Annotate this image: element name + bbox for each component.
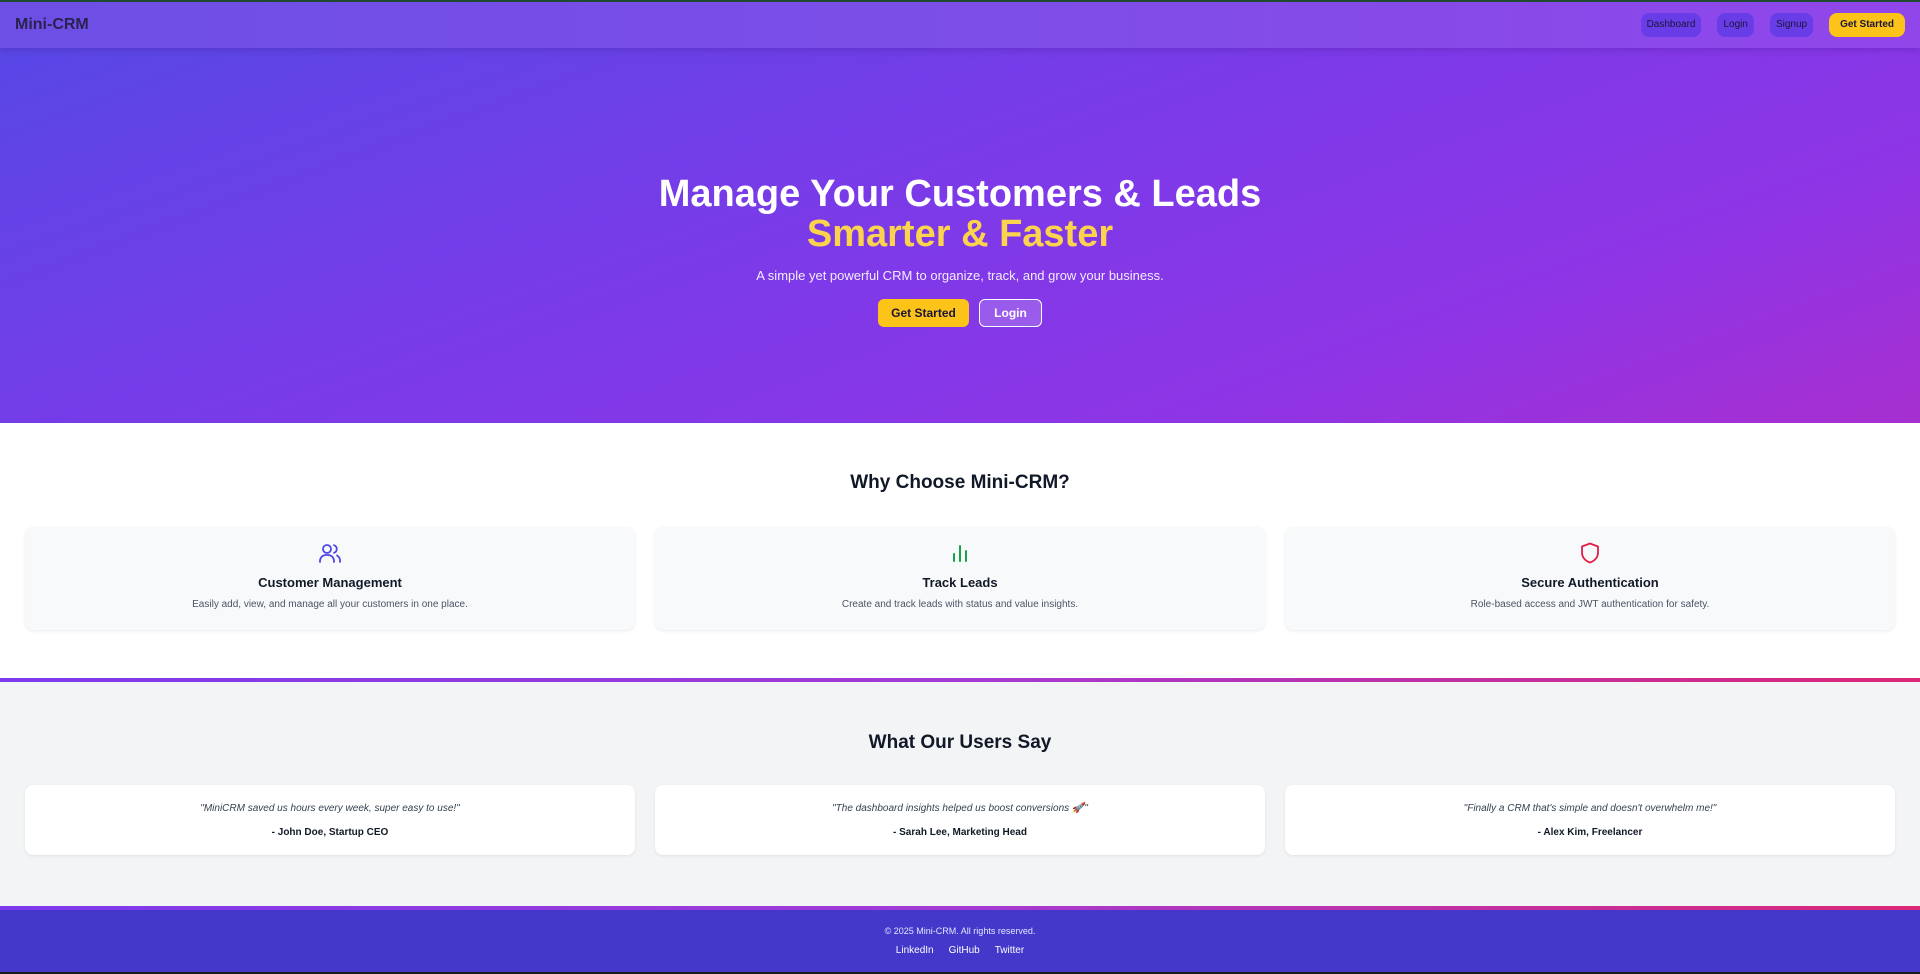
footer-link-twitter[interactable]: Twitter xyxy=(995,945,1024,956)
feature-title: Track Leads xyxy=(922,575,998,590)
feature-card-secure-authentication: Secure Authentication Role-based access … xyxy=(1285,527,1895,630)
navbar: Mini-CRM Dashboard Login Signup Get Star… xyxy=(0,2,1920,48)
footer-link-github[interactable]: GitHub xyxy=(949,945,980,956)
hero-title-accent: Smarter & Faster xyxy=(806,213,1114,255)
brand-logo[interactable]: Mini-CRM xyxy=(15,16,89,34)
footer: © 2025 Mini-CRM. All rights reserved. Li… xyxy=(0,910,1920,972)
shield-icon xyxy=(1581,542,1599,564)
nav-get-started-button[interactable]: Get Started xyxy=(1829,13,1905,37)
hero-login-button[interactable]: Login xyxy=(979,299,1042,327)
features-section: Why Choose Mini-CRM? Customer Management… xyxy=(0,423,1920,678)
testimonials-section: What Our Users Say "MiniCRM saved us hou… xyxy=(0,682,1920,906)
footer-link-linkedin[interactable]: LinkedIn xyxy=(896,945,934,956)
feature-card-track-leads: Track Leads Create and track leads with … xyxy=(655,527,1265,630)
feature-title: Customer Management xyxy=(258,575,402,590)
hero-get-started-button[interactable]: Get Started xyxy=(878,299,969,327)
feature-title: Secure Authentication xyxy=(1521,575,1659,590)
footer-copyright: © 2025 Mini-CRM. All rights reserved. xyxy=(884,926,1036,936)
hero-buttons: Get Started Login xyxy=(0,299,1920,327)
testimonial-quote: "The dashboard insights helped us boost … xyxy=(832,803,1088,814)
nav-links: Dashboard Login Signup Get Started xyxy=(1640,13,1905,37)
feature-cards: Customer Management Easily add, view, an… xyxy=(25,527,1895,630)
testimonial-card: "MiniCRM saved us hours every week, supe… xyxy=(25,785,635,855)
nav-link-signup[interactable]: Signup xyxy=(1769,13,1814,37)
testimonials-title: What Our Users Say xyxy=(868,732,1052,753)
testimonial-card: "The dashboard insights helped us boost … xyxy=(655,785,1265,855)
nav-link-dashboard[interactable]: Dashboard xyxy=(1640,13,1702,37)
hero-title: Manage Your Customers & Leads Smarter & … xyxy=(0,174,1920,254)
footer-links: LinkedIn GitHub Twitter xyxy=(0,945,1920,956)
testimonial-quote: "MiniCRM saved us hours every week, supe… xyxy=(200,803,460,814)
feature-description: Easily add, view, and manage all your cu… xyxy=(192,599,468,610)
testimonial-cards: "MiniCRM saved us hours every week, supe… xyxy=(25,785,1895,855)
testimonial-quote: "Finally a CRM that's simple and doesn't… xyxy=(1463,803,1717,814)
hero-section: Manage Your Customers & Leads Smarter & … xyxy=(0,48,1920,423)
feature-description: Create and track leads with status and v… xyxy=(841,599,1079,610)
users-icon xyxy=(319,544,341,563)
bar-chart-icon xyxy=(953,545,967,562)
testimonial-author: - Alex Kim, Freelancer xyxy=(1537,827,1643,838)
features-title: Why Choose Mini-CRM? xyxy=(850,472,1070,493)
hero-title-main: Manage Your Customers & Leads xyxy=(658,173,1262,215)
nav-link-login[interactable]: Login xyxy=(1717,13,1754,37)
feature-card-customer-management: Customer Management Easily add, view, an… xyxy=(25,527,635,630)
feature-description: Role-based access and JWT authentication… xyxy=(1470,599,1710,610)
testimonial-author: - Sarah Lee, Marketing Head xyxy=(893,827,1027,838)
hero-subtitle: A simple yet powerful CRM to organize, t… xyxy=(756,268,1164,283)
testimonial-author: - John Doe, Startup CEO xyxy=(271,827,389,838)
testimonial-card: "Finally a CRM that's simple and doesn't… xyxy=(1285,785,1895,855)
